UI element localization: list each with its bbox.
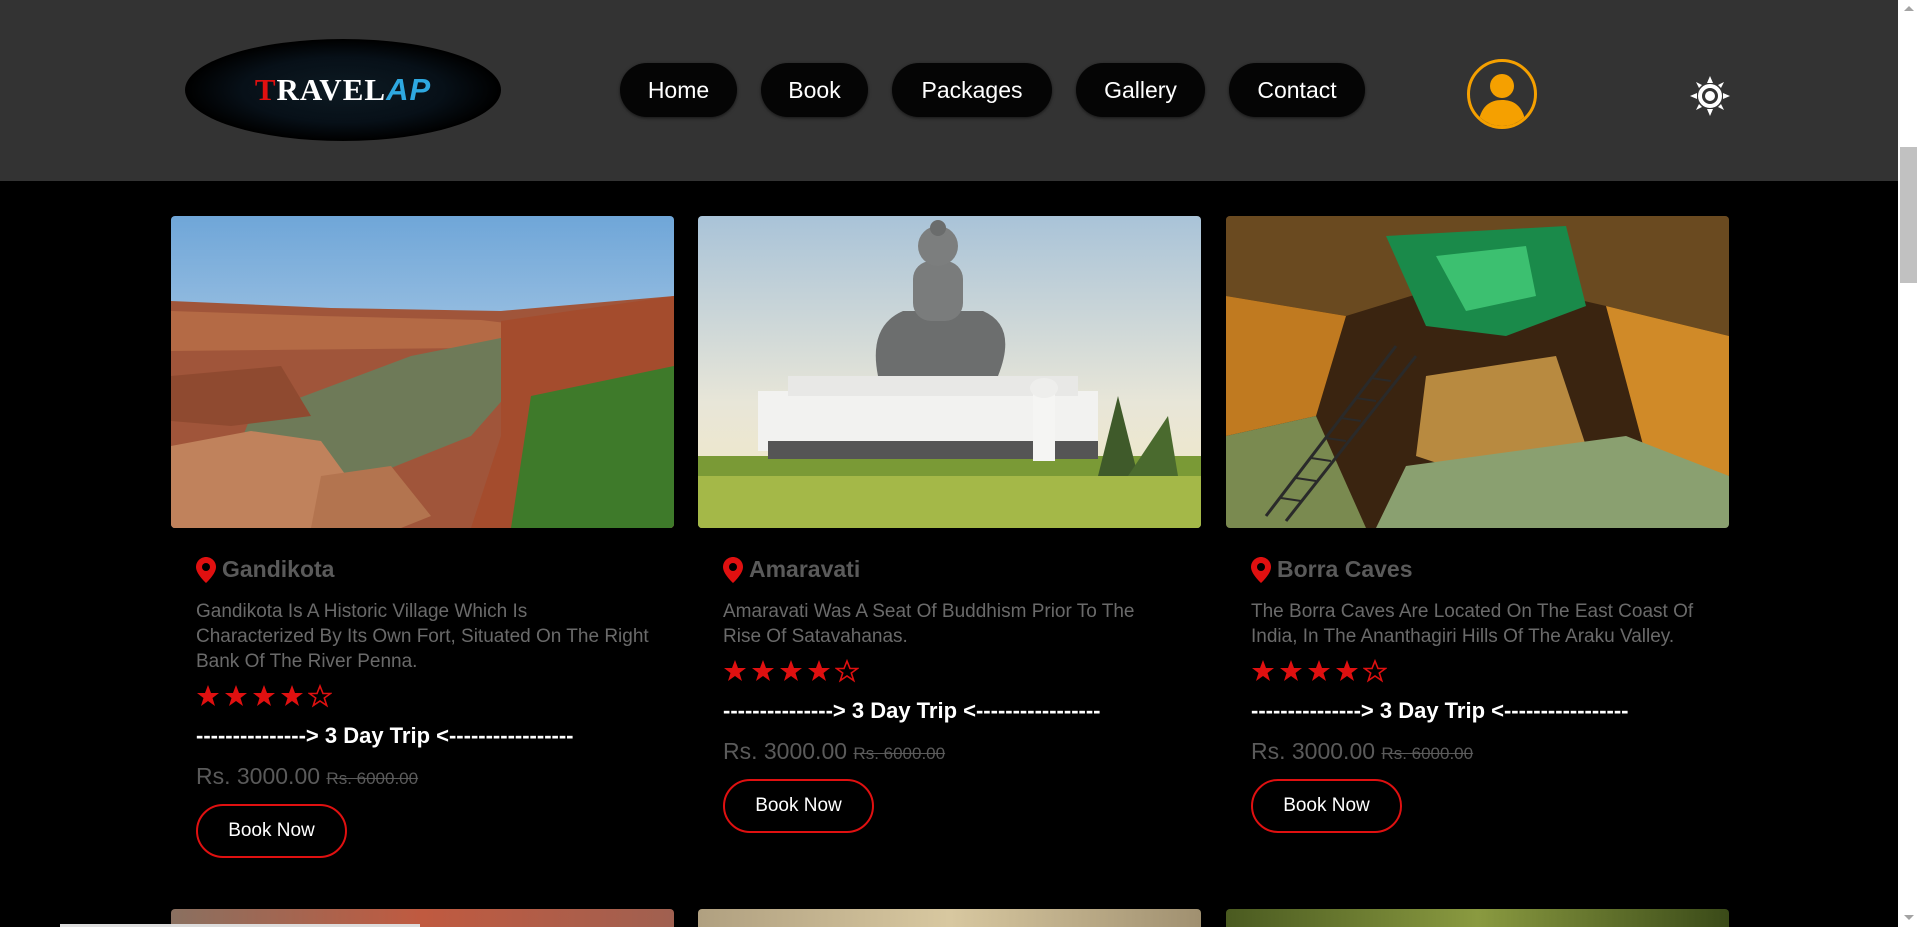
scroll-up-arrow-icon[interactable] (1904, 6, 1914, 11)
card-description: Gandikota Is A Historic Village Which Is… (196, 601, 649, 672)
star-empty-icon (308, 684, 332, 708)
destination-card: Amaravati Amaravati Was A Seat Of Buddhi… (698, 216, 1201, 833)
scroll-down-arrow-icon[interactable] (1904, 915, 1914, 920)
card-description: Amaravati Was A Seat Of Buddhism Prior T… (723, 601, 1135, 647)
borra-caves-image (1226, 216, 1729, 528)
price-current: Rs. 3000.00 (723, 738, 848, 764)
nav-home[interactable]: Home (620, 63, 737, 117)
logo-word-ravel: RAVEL (276, 72, 387, 107)
star-filled-icon (281, 685, 303, 706)
next-card-image-peek (1226, 909, 1729, 927)
star-filled-icon (780, 660, 802, 681)
trip-duration: ---------------> 3 Day Trip <-----------… (723, 698, 1101, 723)
amaravati-image (698, 216, 1201, 528)
star-filled-icon (1336, 660, 1358, 681)
price-original: Rs. 6000.00 (1381, 744, 1474, 763)
star-filled-icon (253, 685, 275, 706)
nav-book[interactable]: Book (761, 63, 868, 117)
nav-packages[interactable]: Packages (892, 63, 1052, 117)
location-pin-icon (1251, 556, 1271, 583)
site-logo[interactable]: TRAVELAP (185, 39, 501, 141)
next-card-image-peek (698, 909, 1201, 927)
price-current: Rs. 3000.00 (1251, 738, 1376, 764)
logo-letter-t: T (254, 72, 277, 107)
location-pin-icon (196, 556, 216, 583)
card-title-row: Borra Caves (1251, 556, 1704, 583)
user-avatar-icon[interactable] (1467, 59, 1537, 129)
trip-duration: ---------------> 3 Day Trip <-----------… (1251, 698, 1629, 723)
book-now-button[interactable]: Book Now (196, 804, 347, 858)
star-empty-icon (835, 659, 859, 683)
star-filled-icon (752, 660, 774, 681)
star-filled-icon (197, 685, 219, 706)
site-header: TRAVELAP Home Book Packages Gallery Cont… (0, 0, 1898, 181)
card-title: Borra Caves (1277, 556, 1413, 582)
star-filled-icon (225, 685, 247, 706)
vertical-scrollbar[interactable] (1898, 0, 1919, 927)
destination-card: Gandikota Gandikota Is A Historic Villag… (171, 216, 674, 858)
book-now-button[interactable]: Book Now (1251, 779, 1402, 833)
destination-card: Borra Caves The Borra Caves Are Located … (1226, 216, 1729, 833)
trip-duration: ---------------> 3 Day Trip <-----------… (196, 723, 574, 748)
star-filled-icon (1308, 660, 1330, 681)
star-filled-icon (724, 660, 746, 681)
star-empty-icon (1363, 659, 1387, 683)
sun-icon[interactable] (1688, 74, 1732, 118)
price-original: Rs. 6000.00 (326, 769, 419, 788)
star-filled-icon (1252, 660, 1274, 681)
star-filled-icon (1280, 660, 1302, 681)
price-row: Rs. 3000.00 Rs. 6000.00 (1251, 738, 1704, 765)
card-title-row: Amaravati (723, 556, 1176, 583)
star-filled-icon (808, 660, 830, 681)
nav-gallery[interactable]: Gallery (1076, 63, 1205, 117)
book-now-button[interactable]: Book Now (723, 779, 874, 833)
price-original: Rs. 6000.00 (853, 744, 946, 763)
gandikota-image (171, 216, 674, 528)
scrollbar-thumb[interactable] (1900, 147, 1917, 283)
logo-word-ap: AP (386, 72, 432, 107)
price-row: Rs. 3000.00 Rs. 6000.00 (196, 763, 649, 790)
card-title-row: Gandikota (196, 556, 649, 583)
card-title: Amaravati (749, 556, 861, 582)
rating-stars (196, 683, 649, 709)
rating-stars (1251, 658, 1704, 684)
nav-contact[interactable]: Contact (1229, 63, 1365, 117)
rating-stars (723, 658, 1176, 684)
card-description: The Borra Caves Are Located On The East … (1251, 601, 1694, 647)
card-title: Gandikota (222, 556, 335, 582)
price-current: Rs. 3000.00 (196, 763, 321, 789)
location-pin-icon (723, 556, 743, 583)
price-row: Rs. 3000.00 Rs. 6000.00 (723, 738, 1176, 765)
